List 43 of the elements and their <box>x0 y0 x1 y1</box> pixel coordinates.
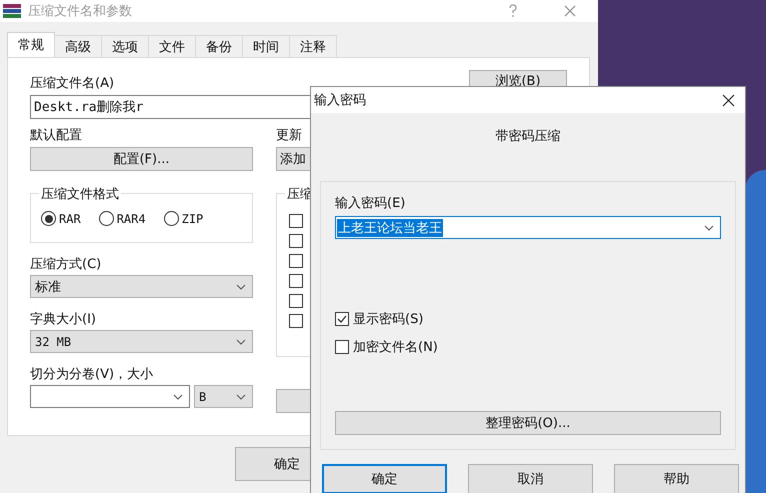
radio-button[interactable]: RAR <box>41 211 81 226</box>
field-label: 默认配置 <box>30 127 82 144</box>
dialog-button[interactable]: 帮助 <box>614 464 739 493</box>
radio-button[interactable]: ZIP <box>164 211 204 226</box>
chevron-down-icon <box>236 284 246 290</box>
dialog-title: 输入密码 <box>314 92 366 109</box>
chevron-down-icon <box>236 394 246 400</box>
unit-dropdown[interactable]: B <box>194 385 253 408</box>
radio-button[interactable]: RAR4 <box>98 211 146 226</box>
dictionary-dropdown[interactable]: 32 MB <box>30 330 253 353</box>
checkbox[interactable] <box>289 274 303 288</box>
books-icon <box>2 4 22 18</box>
tab[interactable]: 高级 <box>54 35 102 57</box>
checkbox[interactable] <box>289 214 303 228</box>
dialog-button[interactable]: 确定 <box>322 464 447 493</box>
close-icon[interactable] <box>722 94 735 106</box>
method-dropdown[interactable]: 标准 <box>30 275 253 298</box>
checkbox[interactable] <box>289 314 303 328</box>
field-label: 字典大小(I) <box>30 311 96 328</box>
checkbox[interactable] <box>289 294 303 308</box>
field-label: 压缩方式(C) <box>30 256 102 273</box>
checkbox[interactable]: 显示密码(S) <box>335 310 721 328</box>
field-label: 切分为分卷(V)，大小 <box>30 366 154 383</box>
window-title: 压缩文件名和参数 <box>28 3 132 20</box>
checkbox[interactable] <box>289 254 303 268</box>
field-label: 输入密码(E) <box>335 195 406 212</box>
volume-size-field[interactable] <box>30 385 190 408</box>
dialog-heading: 带密码压缩 <box>494 128 562 146</box>
dialog-button[interactable]: 取消 <box>468 464 593 493</box>
field-label: 压缩文件名(A) <box>30 75 114 92</box>
chevron-down-icon <box>173 394 183 400</box>
password-field[interactable]: 上老王论坛当老王 <box>335 216 721 239</box>
group-legend: 压缩文件格式 <box>39 185 121 203</box>
checkbox[interactable]: 加密文件名(N) <box>335 338 721 356</box>
field-label: 更新 <box>276 127 302 144</box>
profile-button[interactable]: 配置(F)... <box>30 147 253 171</box>
chevron-down-icon <box>236 338 246 344</box>
help-icon[interactable] <box>508 4 518 18</box>
organize-passwords-button[interactable]: 整理密码(O)... <box>335 411 721 435</box>
checkbox[interactable] <box>289 234 303 248</box>
tab[interactable]: 注释 <box>289 35 337 57</box>
tab[interactable]: 常规 <box>7 32 55 57</box>
chevron-down-icon <box>704 224 714 230</box>
